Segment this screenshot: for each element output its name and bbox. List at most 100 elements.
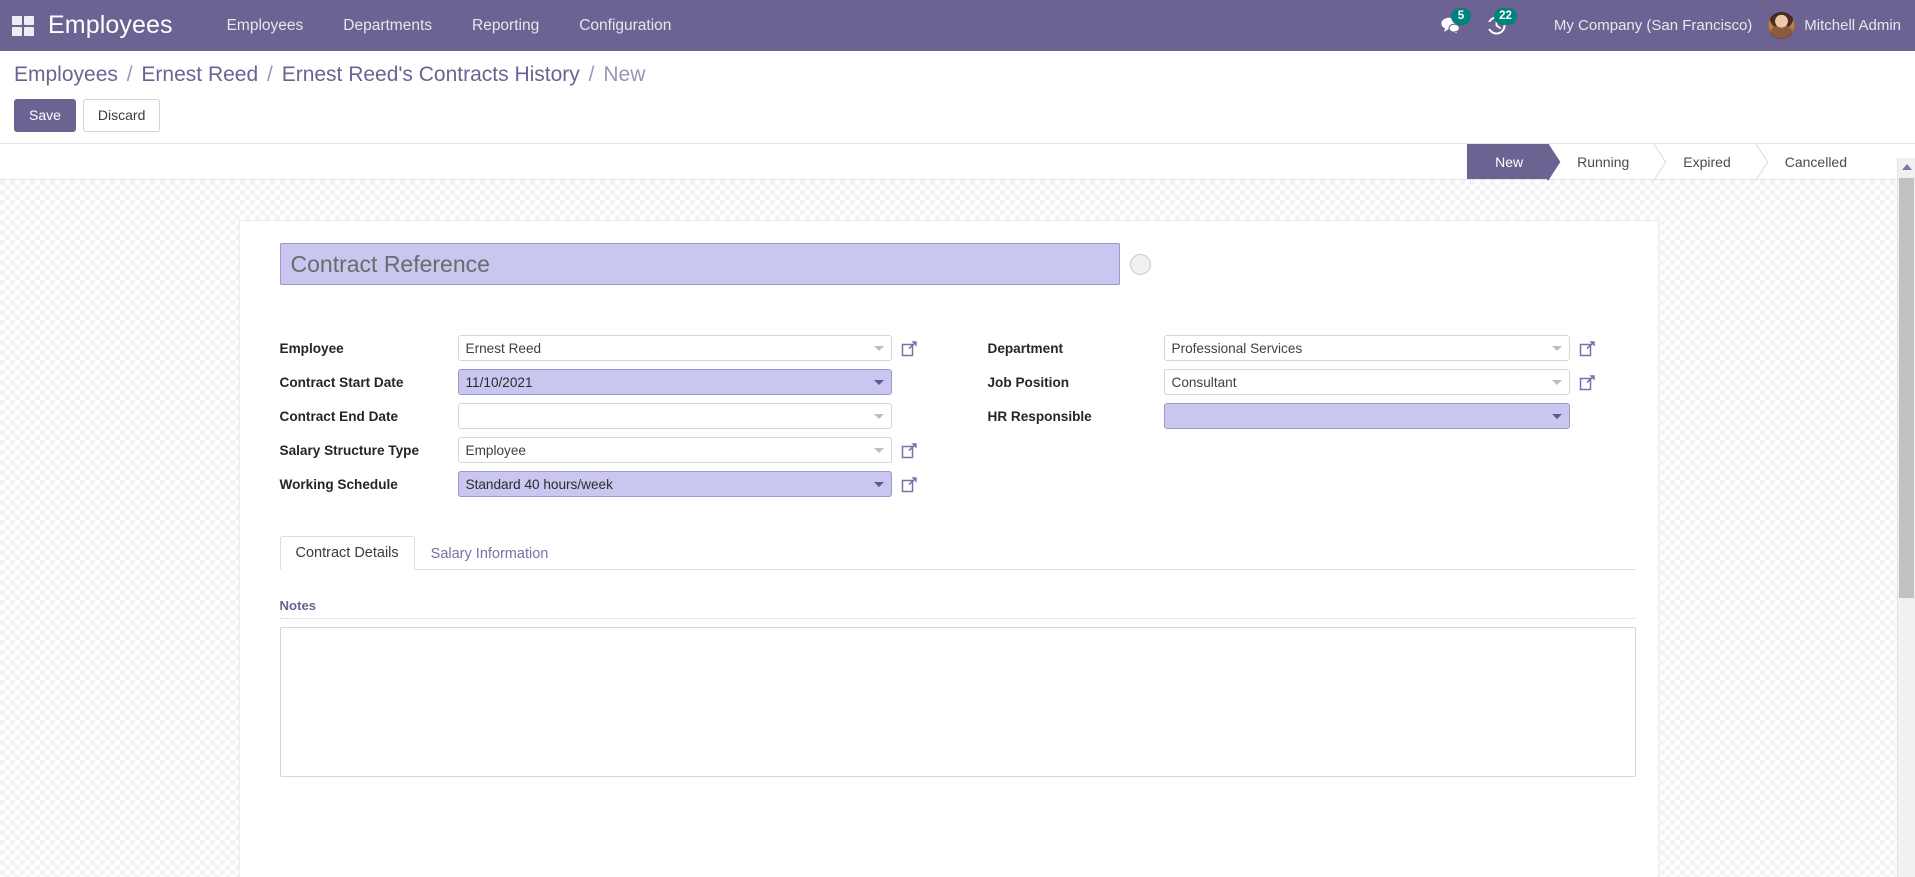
menu-item-employees[interactable]: Employees [207, 0, 324, 51]
control-department: Professional Services [1163, 335, 1596, 361]
breadcrumb-item-employee-name[interactable]: Ernest Reed [141, 63, 258, 86]
status-running[interactable]: Running [1549, 144, 1656, 180]
chevron-down-icon [1551, 346, 1562, 351]
menu-item-departments[interactable]: Departments [323, 0, 452, 51]
apps-grid-icon[interactable] [12, 15, 34, 36]
field-group-left: Employee Ernest Reed Contract Start Date [280, 331, 958, 501]
control-salary-structure-type: Employee [457, 437, 918, 463]
discard-button[interactable]: Discard [82, 99, 161, 133]
form-action-buttons: Save Discard [14, 99, 1901, 133]
department-external-link-icon[interactable] [1579, 340, 1596, 357]
apps-grid-cell [24, 26, 34, 36]
kanban-state-dot-icon[interactable] [1129, 253, 1151, 275]
breadcrumb-separator: / [588, 63, 595, 86]
scrollbar-thumb[interactable] [1899, 178, 1914, 598]
field-row-contract-start-date: Contract Start Date 11/10/2021 [280, 365, 918, 399]
activities-badge: 22 [1494, 8, 1517, 25]
chevron-down-icon [1551, 414, 1562, 419]
label-hr-responsible: HR Responsible [987, 408, 1092, 424]
control-hr-responsible [1163, 403, 1596, 429]
hr-responsible-select[interactable] [1163, 403, 1570, 429]
working-schedule-value: Standard 40 hours/week [465, 476, 613, 492]
messages-icon[interactable]: 5 [1428, 0, 1474, 51]
label-department: Department [987, 340, 1064, 356]
contract-form-sheet: Employee Ernest Reed Contract Start Date [238, 220, 1659, 877]
scroll-up-arrow-icon[interactable] [1898, 158, 1915, 176]
salary-structure-type-value: Employee [465, 442, 526, 458]
field-group-right: Department Professional Services Job Pos… [958, 331, 1636, 501]
working-schedule-select[interactable]: Standard 40 hours/week [457, 471, 892, 497]
employee-external-link-icon[interactable] [901, 340, 918, 357]
label-job-position: Job Position [987, 374, 1070, 390]
field-row-working-schedule: Working Schedule Standard 40 hours/week [280, 467, 918, 501]
chevron-down-icon [873, 482, 884, 487]
field-row-department: Department Professional Services [988, 331, 1596, 365]
statusbar-container: New Running Expired Cancelled [0, 144, 1915, 181]
chevron-down-icon [873, 346, 884, 351]
contract-field-groups: Employee Ernest Reed Contract Start Date [262, 331, 1636, 501]
label-employee: Employee [279, 340, 344, 356]
control-contract-end-date [457, 403, 918, 429]
contract-reference-row [262, 243, 1636, 285]
notebook-tab-list: Contract Details Salary Information [279, 535, 1636, 570]
control-panel: Employees / Ernest Reed / Ernest Reed's … [0, 51, 1915, 145]
job-position-select[interactable]: Consultant [1163, 369, 1570, 395]
form-scroll-area: Employee Ernest Reed Contract Start Date [0, 158, 1897, 877]
department-value: Professional Services [1171, 340, 1303, 356]
salary-structure-type-external-link-icon[interactable] [901, 442, 918, 459]
tab-salary-information[interactable]: Salary Information [415, 537, 565, 570]
app-brand-employees[interactable]: Employees [48, 11, 173, 40]
navbar-right-tools: 5 22 My Company (San Francisco) Mitchell… [1428, 0, 1915, 51]
menu-item-reporting[interactable]: Reporting [452, 0, 559, 51]
control-job-position: Consultant [1163, 369, 1596, 395]
chevron-down-icon [873, 380, 884, 385]
label-salary-structure-type: Salary Structure Type [279, 442, 420, 458]
status-expired[interactable]: Expired [1655, 144, 1757, 180]
contract-reference-input[interactable] [279, 243, 1120, 285]
field-row-hr-responsible: HR Responsible [988, 399, 1596, 433]
job-position-value: Consultant [1171, 374, 1237, 390]
salary-structure-type-select[interactable]: Employee [457, 437, 892, 463]
employee-value: Ernest Reed [465, 340, 542, 356]
breadcrumb-item-contracts-history[interactable]: Ernest Reed's Contracts History [282, 63, 580, 86]
breadcrumb-item-employees[interactable]: Employees [14, 63, 118, 86]
chevron-down-icon [873, 448, 884, 453]
breadcrumb-current-new: New [603, 63, 646, 86]
apps-grid-cell [12, 26, 22, 36]
working-schedule-external-link-icon[interactable] [901, 476, 918, 493]
avatar [1768, 12, 1796, 39]
status-cancelled[interactable]: Cancelled [1756, 144, 1873, 180]
company-switcher[interactable]: My Company (San Francisco) [1554, 17, 1752, 34]
field-row-employee: Employee Ernest Reed [280, 331, 918, 365]
job-position-external-link-icon[interactable] [1579, 374, 1596, 391]
notes-section-label: Notes [279, 598, 1636, 619]
label-working-schedule: Working Schedule [279, 476, 398, 492]
vertical-scrollbar[interactable] [1897, 158, 1915, 877]
user-menu[interactable]: Mitchell Admin [1768, 12, 1901, 39]
breadcrumb-separator: / [267, 63, 273, 86]
save-button[interactable]: Save [14, 99, 76, 133]
main-menu: Employees Departments Reporting Configur… [207, 0, 692, 51]
field-row-job-position: Job Position Consultant [988, 365, 1596, 399]
chevron-down-icon [873, 414, 884, 419]
notes-textarea[interactable] [279, 627, 1636, 777]
top-navbar: Employees Employees Departments Reportin… [0, 0, 1915, 51]
status-new[interactable]: New [1467, 144, 1550, 180]
breadcrumb: Employees / Ernest Reed / Ernest Reed's … [14, 63, 1901, 86]
employee-select[interactable]: Ernest Reed [457, 335, 892, 361]
field-row-contract-end-date: Contract End Date [280, 399, 918, 433]
menu-item-configuration[interactable]: Configuration [559, 0, 691, 51]
contract-start-date-value: 11/10/2021 [465, 374, 533, 390]
activities-clock-icon[interactable]: 22 [1474, 0, 1520, 51]
apps-grid-cell [24, 15, 34, 25]
contract-end-date-input[interactable] [457, 403, 892, 429]
messages-badge: 5 [1450, 8, 1471, 25]
label-contract-start-date: Contract Start Date [279, 374, 404, 390]
control-working-schedule: Standard 40 hours/week [457, 471, 918, 497]
control-contract-start-date: 11/10/2021 [457, 369, 918, 395]
tab-contract-details[interactable]: Contract Details [279, 536, 415, 570]
chevron-down-icon [1551, 380, 1562, 385]
field-row-salary-structure-type: Salary Structure Type Employee [280, 433, 918, 467]
department-select[interactable]: Professional Services [1163, 335, 1570, 361]
contract-start-date-input[interactable]: 11/10/2021 [457, 369, 892, 395]
